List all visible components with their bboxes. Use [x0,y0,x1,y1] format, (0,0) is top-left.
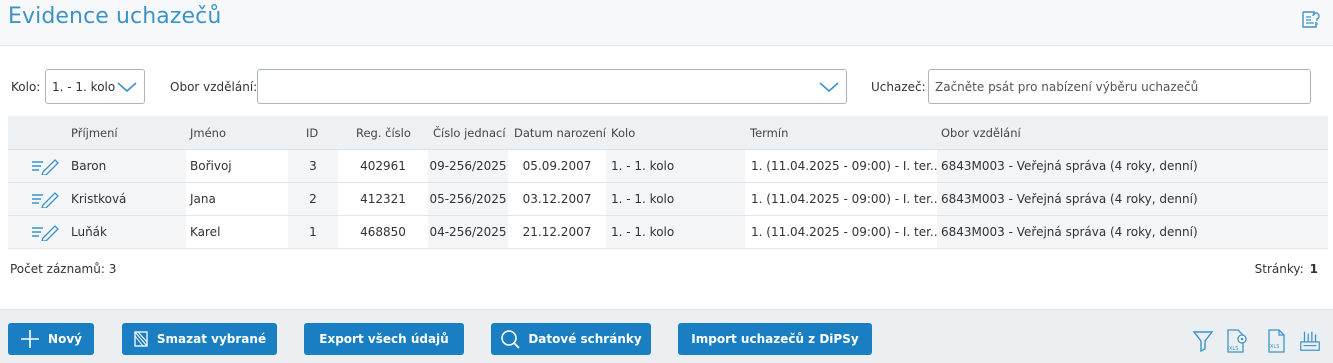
uchazec-input[interactable]: Začněte psát pro nabízení výběru uchazeč… [928,69,1311,104]
cell-jmeno: Jana [186,183,288,215]
uchazec-placeholder: Začněte psát pro nabízení výběru uchazeč… [935,80,1199,94]
svg-text:XLS: XLS [1229,346,1238,352]
pagination: Stránky: 1 [1255,262,1318,276]
import-dipsy-label: Import uchazečů z DiPSy [691,332,859,346]
kolo-select[interactable]: 1. - 1. kolo [45,69,145,104]
plus-icon [21,330,40,348]
table-row[interactable]: Baron Bořivoj 3 402961 09-256/2025 05.09… [8,150,1328,183]
cell-datum: 05.09.2007 [508,150,606,182]
cell-obor: 6843M003 - Veřejná správa (4 roky, denní… [941,159,1198,173]
cell-reg: 402961 [338,150,428,182]
chevron-down-icon [819,82,839,93]
cell-id: 2 [309,192,317,206]
obor-label: Obor vzdělání: [170,80,258,94]
delete-icon [134,331,148,347]
cell-jmeno: Karel [186,216,288,248]
cell-termin: 1. (11.04.2025 - 09:00) - I. ter... [745,150,937,182]
xls-icon[interactable]: XLS [1265,328,1289,354]
cell-reg: 468850 [338,216,428,248]
filter-icon[interactable] [1191,328,1215,354]
cell-prijmeni: Kristková [71,192,127,206]
col-id[interactable]: ID [306,126,318,140]
page-number[interactable]: 1 [1310,262,1318,276]
table-footer: Počet záznamů: 3 Stránky: 1 [0,250,1333,290]
obor-select[interactable] [257,69,847,104]
cell-obor: 6843M003 - Veřejná správa (4 roky, denní… [941,192,1198,206]
import-dipsy-button[interactable]: Import uchazečů z DiPSy [678,323,872,355]
cell-datum: 03.12.2007 [508,183,606,215]
cell-termin: 1. (11.04.2025 - 09:00) - I. ter... [745,216,937,248]
edit-icon[interactable] [30,223,60,241]
col-reg[interactable]: Reg. číslo [356,126,411,140]
uchazec-label: Uchazeč: [871,80,926,94]
table-header: Příjmení Jméno ID Reg. číslo Číslo jedna… [8,116,1328,150]
cell-prijmeni: Baron [71,159,107,173]
chevron-down-icon [117,82,137,93]
cell-cj: 04-256/2025 [429,225,507,239]
datove-schranky-button[interactable]: Datové schránky [491,323,651,355]
cell-reg: 412321 [338,183,428,215]
delete-selected-label: Smazat vybrané [156,332,267,346]
help-icon[interactable] [1300,8,1322,30]
col-prijmeni[interactable]: Příjmení [71,126,118,140]
svg-text:XLS: XLS [1270,344,1279,350]
col-jmeno[interactable]: Jméno [190,126,226,140]
cell-id: 3 [309,159,317,173]
cell-prijmeni: Luňák [71,225,107,239]
kolo-value: 1. - 1. kolo [52,80,116,94]
new-button[interactable]: Nový [8,323,94,355]
delete-selected-button[interactable]: Smazat vybrané [122,323,277,355]
col-termin[interactable]: Termín [750,126,788,140]
export-all-label: Export všech údajů [319,332,449,346]
table-row[interactable]: Luňák Karel 1 468850 04-256/2025 21.12.2… [8,216,1328,249]
import-icon[interactable] [1298,328,1322,354]
table-row[interactable]: Kristková Jana 2 412321 05-256/2025 03.1… [8,183,1328,216]
cell-cj: 09-256/2025 [429,159,507,173]
pages-label: Stránky: [1254,262,1304,276]
page-title: Evidence uchazečů [8,4,222,29]
col-kolo[interactable]: Kolo [611,126,635,140]
record-count: Počet záznamů: 3 [10,262,117,276]
col-obor[interactable]: Obor vzdělání [941,126,1021,140]
xls-settings-icon[interactable]: XLS [1225,328,1249,354]
datove-schranky-label: Datové schránky [528,332,642,346]
cell-obor: 6843M003 - Veřejná správa (4 roky, denní… [941,225,1198,239]
cell-kolo: 1. - 1. kolo [611,225,675,239]
new-button-label: Nový [48,332,82,346]
cell-kolo: 1. - 1. kolo [611,192,675,206]
edit-icon[interactable] [30,190,60,208]
kolo-label: Kolo: [11,80,41,94]
export-all-button[interactable]: Export všech údajů [304,323,464,355]
cell-cj: 05-256/2025 [429,192,507,206]
cell-jmeno: Bořivoj [186,150,288,182]
cell-id: 1 [309,225,317,239]
bottom-toolbar: Nový Smazat vybrané Export všech údajů D… [0,309,1333,363]
cell-datum: 21.12.2007 [508,216,606,248]
cell-kolo: 1. - 1. kolo [611,159,675,173]
edit-icon[interactable] [30,157,60,175]
col-datum[interactable]: Datum narození [514,126,606,140]
cell-termin: 1. (11.04.2025 - 09:00) - I. ter... [745,183,937,215]
search-icon [501,330,520,349]
filter-bar: Kolo: 1. - 1. kolo Obor vzdělání: Uchaze… [0,69,1333,105]
page-header: Evidence uchazečů [0,0,1333,46]
col-cj[interactable]: Číslo jednací [433,126,506,140]
